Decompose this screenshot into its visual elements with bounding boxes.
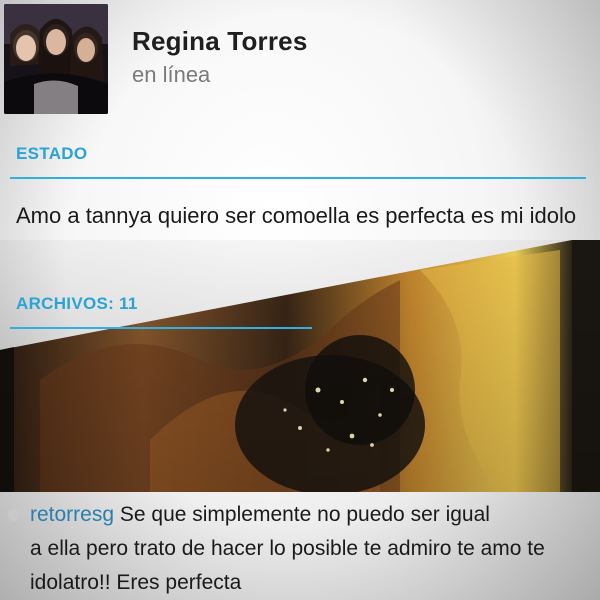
archivos-header[interactable]: ARCHIVOS: 11 <box>16 294 138 314</box>
estado-divider <box>10 177 586 179</box>
media-thumbnail[interactable] <box>0 240 600 492</box>
media-image <box>0 240 600 492</box>
comment-bullet-icon <box>8 509 20 521</box>
contact-name: Regina Torres <box>132 26 308 56</box>
comment-text-rest: a ella pero trato de hacer lo posible te… <box>30 537 545 594</box>
comment-username[interactable]: retorresg <box>30 503 114 526</box>
avatar-photo <box>4 4 108 114</box>
estado-header: ESTADO <box>16 144 88 163</box>
contact-status: en línea <box>132 62 211 87</box>
archivos-divider <box>10 327 312 329</box>
status-text: Amo a tannya quiero ser comoella es perf… <box>16 203 577 228</box>
comment-text-first: Se que simplemente no puedo ser igual <box>119 503 490 526</box>
comment-line-1: retorresg Se que simplemente no puedo se… <box>30 498 590 532</box>
avatar[interactable] <box>4 4 108 114</box>
